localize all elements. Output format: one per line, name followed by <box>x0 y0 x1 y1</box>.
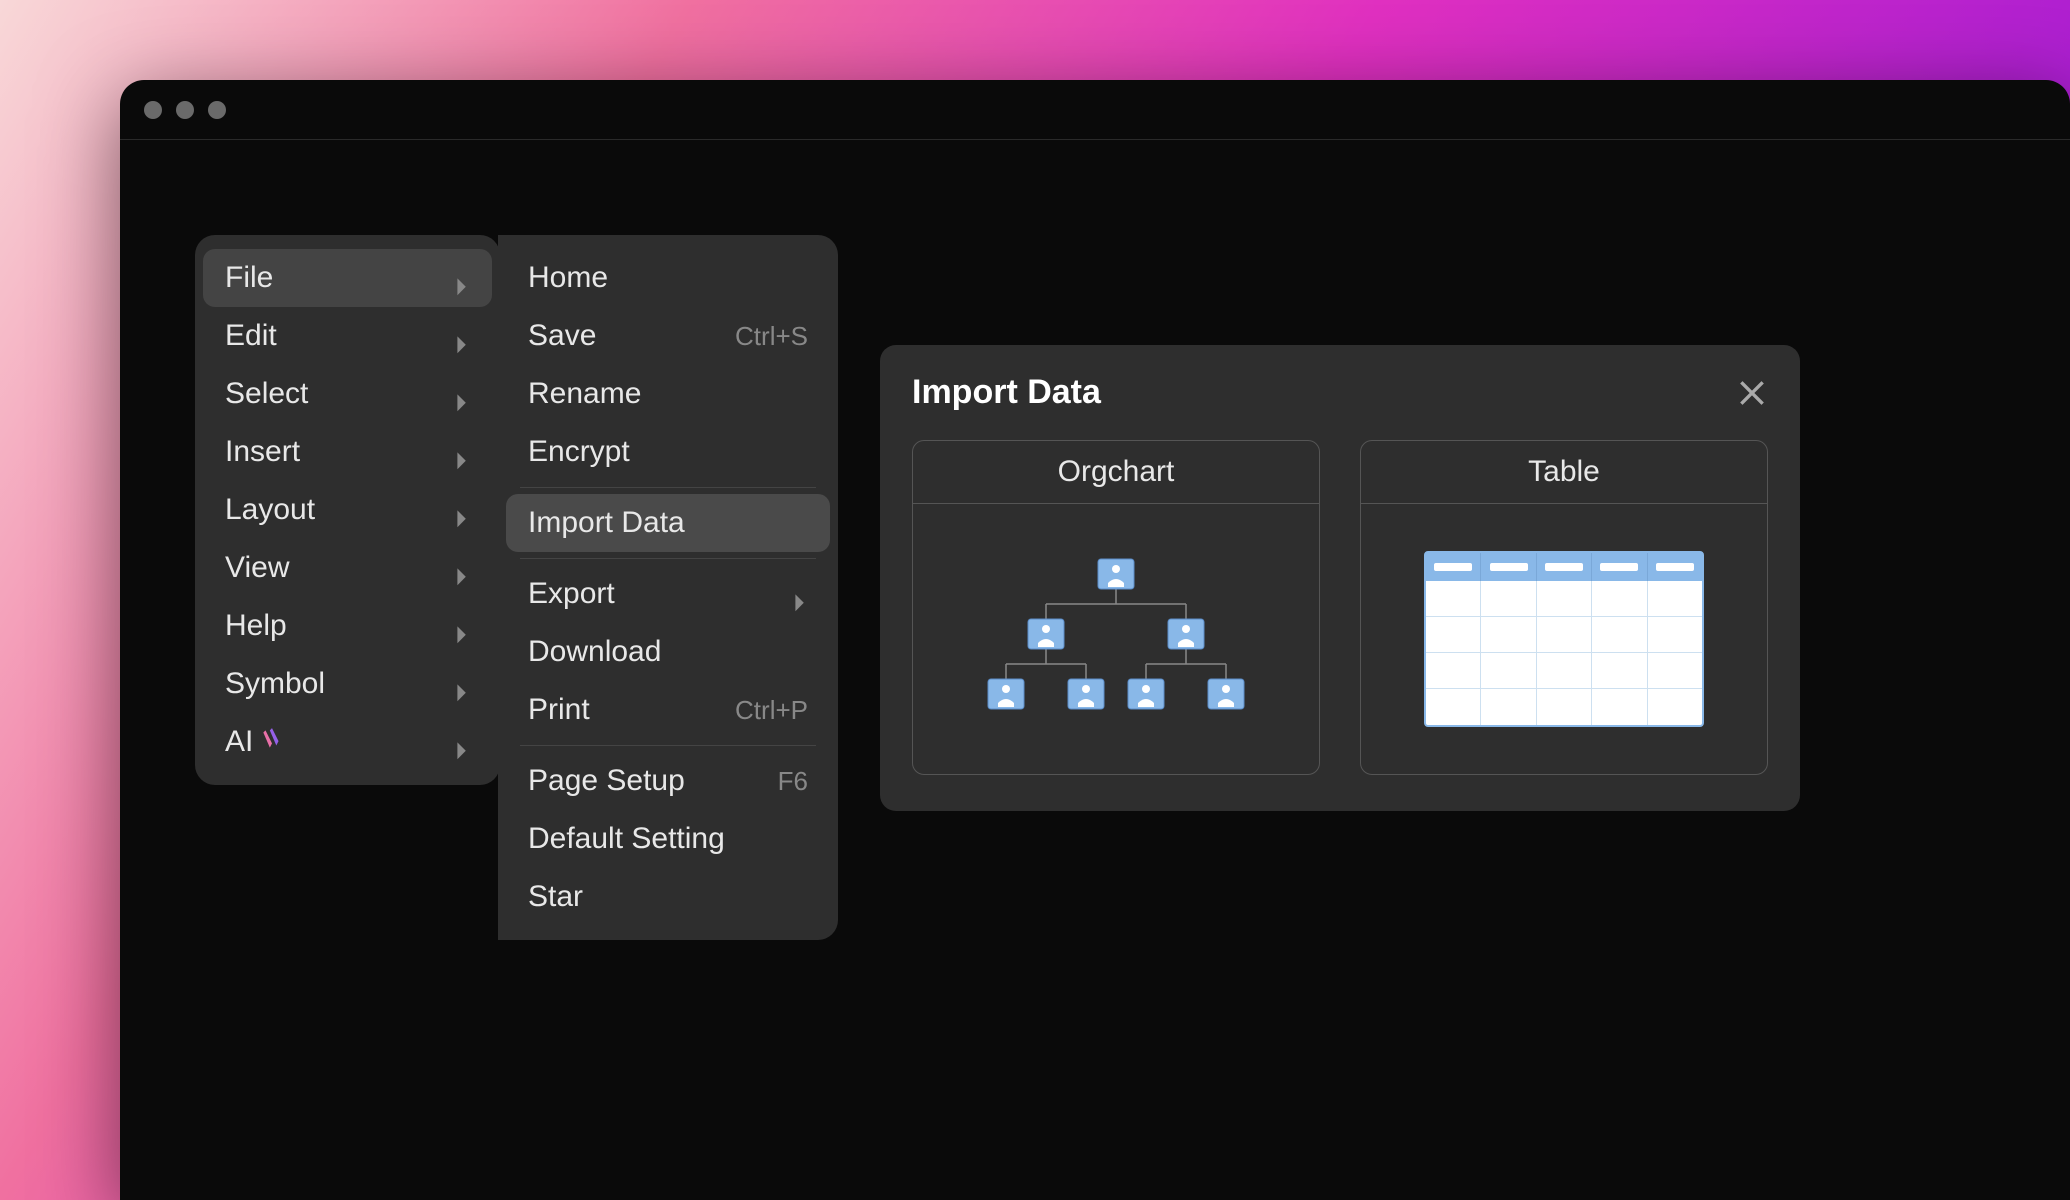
window-close-button[interactable] <box>144 101 162 119</box>
dialog-options: Orgchart <box>912 440 1768 775</box>
submenu-item-label: Rename <box>528 377 641 411</box>
submenu-item-label: Export <box>528 577 615 611</box>
chevron-right-icon <box>456 735 470 749</box>
submenu-item-label: Encrypt <box>528 435 630 469</box>
chevron-right-icon <box>456 561 470 575</box>
menu-item-edit[interactable]: Edit <box>203 307 492 365</box>
shortcut-label: Ctrl+P <box>735 695 808 726</box>
menu-item-label: Select <box>225 377 308 411</box>
divider <box>520 745 816 746</box>
title-bar <box>120 80 2070 140</box>
table-icon <box>1424 551 1704 727</box>
menu-item-symbol[interactable]: Symbol <box>203 655 492 713</box>
submenu-item-encrypt[interactable]: Encrypt <box>506 423 830 481</box>
chevron-right-icon <box>456 271 470 285</box>
submenu-item-export[interactable]: Export <box>506 565 830 623</box>
menu-item-label: Edit <box>225 319 277 353</box>
menu-item-select[interactable]: Select <box>203 365 492 423</box>
chevron-right-icon <box>794 587 808 601</box>
submenu-item-page-setup[interactable]: Page Setup F6 <box>506 752 830 810</box>
submenu-item-label: Import Data <box>528 506 685 540</box>
submenu-item-home[interactable]: Home <box>506 249 830 307</box>
submenu-item-print[interactable]: Print Ctrl+P <box>506 681 830 739</box>
ai-sparkle-icon <box>259 726 285 759</box>
submenu-item-rename[interactable]: Rename <box>506 365 830 423</box>
menu-item-insert[interactable]: Insert <box>203 423 492 481</box>
menu-item-help[interactable]: Help <box>203 597 492 655</box>
chevron-right-icon <box>456 677 470 691</box>
divider <box>520 558 816 559</box>
option-label: Table <box>1361 441 1767 504</box>
submenu-item-star[interactable]: Star <box>506 868 830 926</box>
shortcut-label: Ctrl+S <box>735 321 808 352</box>
submenu-item-label: Default Setting <box>528 822 725 856</box>
menu-item-label: Symbol <box>225 667 325 701</box>
menu-item-label: Help <box>225 609 287 643</box>
file-submenu: Home Save Ctrl+S Rename Encrypt Import D… <box>498 235 838 940</box>
submenu-item-default-setting[interactable]: Default Setting <box>506 810 830 868</box>
dialog-title: Import Data <box>912 373 1101 412</box>
submenu-item-label: Print <box>528 693 590 727</box>
shortcut-label: F6 <box>778 766 808 797</box>
submenu-item-label: Download <box>528 635 661 669</box>
submenu-item-label: Page Setup <box>528 764 685 798</box>
menu-item-file[interactable]: File <box>203 249 492 307</box>
submenu-item-import-data[interactable]: Import Data <box>506 494 830 552</box>
import-data-dialog: Import Data Orgchart <box>880 345 1800 811</box>
window-maximize-button[interactable] <box>208 101 226 119</box>
menu-item-label: Insert <box>225 435 300 469</box>
menu-item-label: AI <box>225 725 285 759</box>
menu-item-view[interactable]: View <box>203 539 492 597</box>
menu-item-label: File <box>225 261 273 295</box>
window-controls <box>144 101 226 119</box>
window-minimize-button[interactable] <box>176 101 194 119</box>
menu-item-label: Layout <box>225 493 315 527</box>
option-table[interactable]: Table <box>1360 440 1768 775</box>
table-preview <box>1361 504 1767 774</box>
divider <box>520 487 816 488</box>
orgchart-preview <box>913 504 1319 774</box>
submenu-item-label: Home <box>528 261 608 295</box>
menu-item-layout[interactable]: Layout <box>203 481 492 539</box>
menu-item-ai[interactable]: AI <box>203 713 492 771</box>
chevron-right-icon <box>456 445 470 459</box>
close-icon[interactable] <box>1736 377 1768 409</box>
main-menu: File Edit Select Insert Layout View Help <box>195 235 500 785</box>
submenu-item-save[interactable]: Save Ctrl+S <box>506 307 830 365</box>
submenu-item-label: Star <box>528 880 583 914</box>
chevron-right-icon <box>456 619 470 633</box>
submenu-item-label: Save <box>528 319 596 353</box>
dialog-header: Import Data <box>912 373 1768 412</box>
submenu-item-download[interactable]: Download <box>506 623 830 681</box>
app-window: File Edit Select Insert Layout View Help <box>120 80 2070 1200</box>
orgchart-icon <box>986 549 1246 729</box>
option-label: Orgchart <box>913 441 1319 504</box>
chevron-right-icon <box>456 503 470 517</box>
chevron-right-icon <box>456 387 470 401</box>
menu-item-label: View <box>225 551 289 585</box>
option-orgchart[interactable]: Orgchart <box>912 440 1320 775</box>
chevron-right-icon <box>456 329 470 343</box>
